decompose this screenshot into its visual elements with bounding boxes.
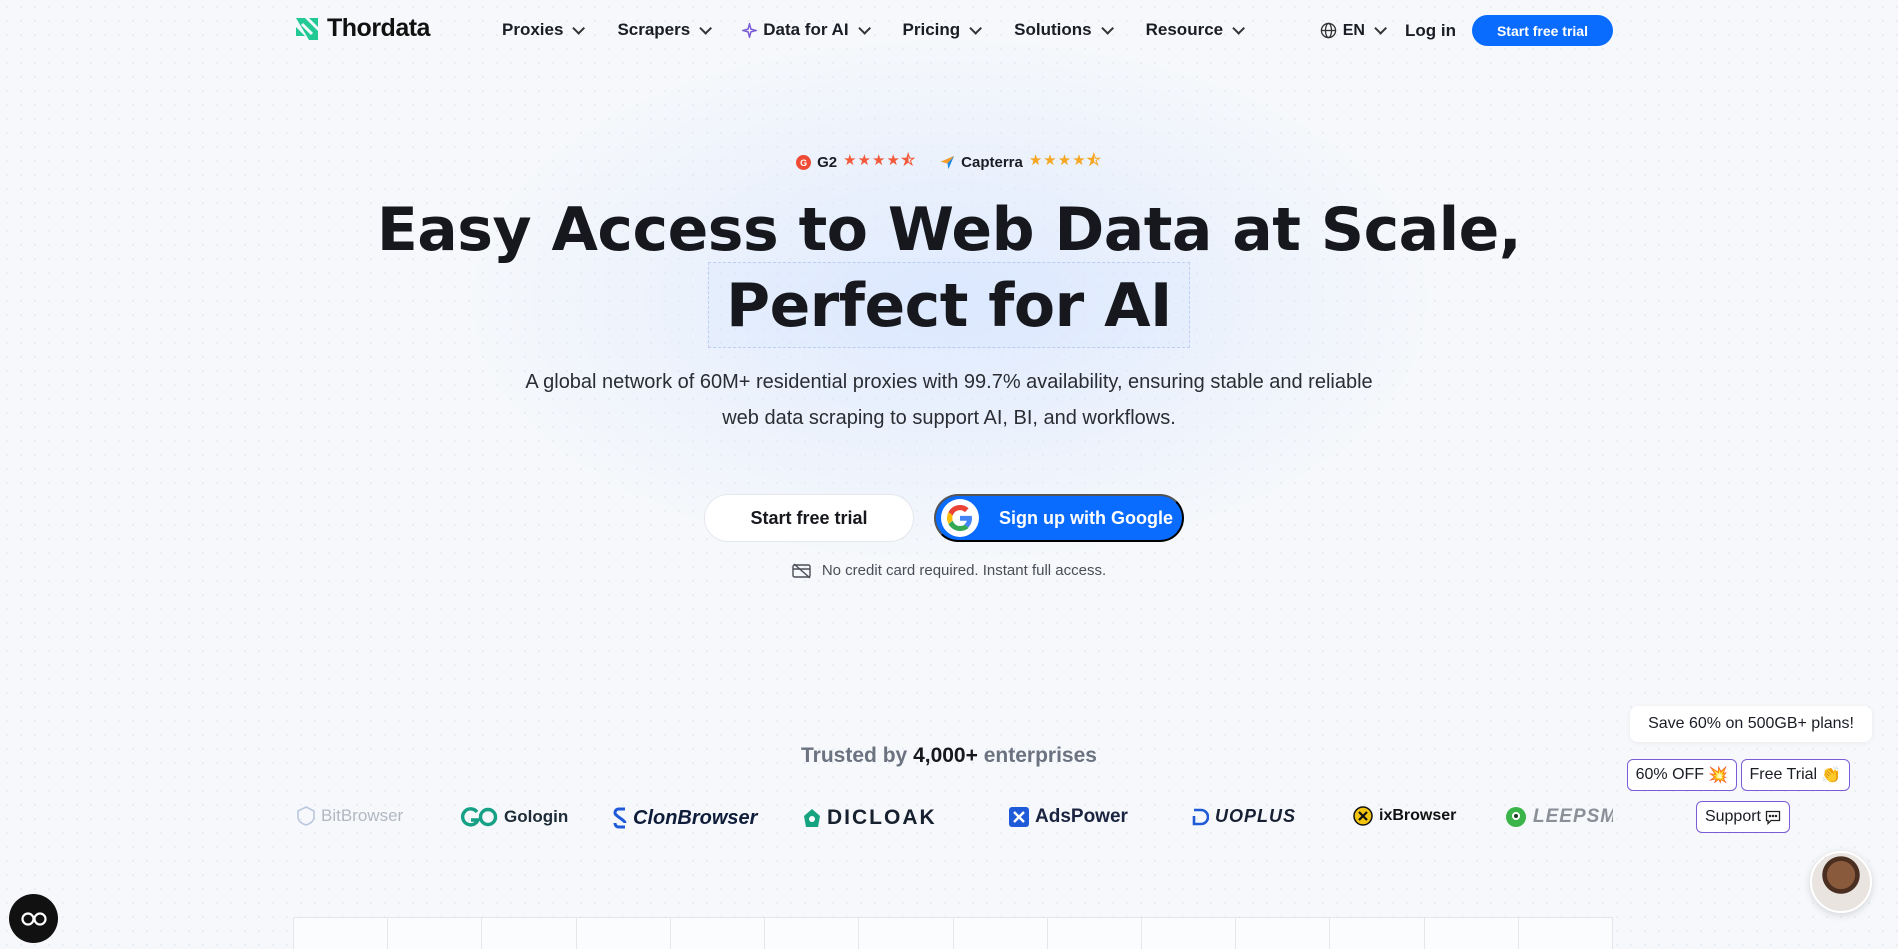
menu-data-for-ai[interactable]: Data for AI (742, 20, 871, 40)
menu-solutions-label: Solutions (1014, 20, 1092, 39)
main-menu: Proxies Scrapers Data for AI Pricing Sol… (502, 20, 1277, 40)
chevron-down-icon (1232, 21, 1246, 35)
menu-scrapers[interactable]: Scrapers (617, 20, 713, 40)
chip-support-label: Support (1704, 808, 1761, 825)
support-agent-avatar[interactable] (1810, 851, 1872, 913)
hero-cta-group: Start free trial Sign up with Google (0, 494, 1898, 542)
chevron-down-icon (699, 21, 713, 35)
brand-bitbrowser: BitBrowser (297, 806, 403, 826)
top-navbar: Thordata Proxies Scrapers Data for AI Pr… (0, 0, 1898, 60)
trusted-prefix: Trusted by (801, 744, 908, 767)
nav-start-trial-button[interactable]: Start free trial (1471, 15, 1613, 46)
clap-icon: 👏 (1821, 767, 1841, 784)
chevron-down-icon (969, 21, 983, 35)
hero-title: Easy Access to Web Data at Scale, Perfec… (0, 192, 1898, 348)
chevron-down-icon (1374, 22, 1387, 35)
leepsma-logo-icon (1506, 807, 1526, 827)
g2-stars: ★★★★⯪ (843, 152, 917, 169)
menu-proxies-label: Proxies (502, 20, 564, 39)
chevron-down-icon (1100, 21, 1114, 35)
feature-grid-top (293, 917, 1613, 949)
gologin-logo-icon (461, 807, 498, 827)
g2-logo-icon: G (796, 155, 812, 170)
brand-clonbrowser: ClonBrowser (613, 806, 757, 830)
chip-free-trial[interactable]: Free Trial 👏 (1740, 759, 1850, 791)
no-credit-card-text: No credit card required. Instant full ac… (821, 562, 1107, 579)
nav-actions: EN Log in Start free trial (1320, 15, 1613, 46)
brand-logo-strip: BitBrowser Gologin ClonBrowser DICLOAK A… (293, 802, 1613, 838)
brand-leepsma: LEEPSMA (1505, 806, 1613, 828)
chip-60-off-label: 60% OFF (1635, 766, 1705, 783)
hero-subtitle-line1: A global network of 60M+ residential pro… (525, 371, 1373, 393)
adspower-logo-icon (1009, 807, 1029, 827)
brand-uoplus-name: UOPLUS (1215, 806, 1297, 826)
chat-icon (1765, 810, 1781, 825)
brand-clonbrowser-name: ClonBrowser (633, 806, 758, 829)
capterra-stars: ★★★★⯪ (1028, 152, 1102, 169)
capterra-logo-icon (941, 155, 955, 170)
brand-adspower-name: AdsPower (1035, 806, 1128, 827)
brand-gologin: Gologin (460, 806, 568, 828)
brand-ixbrowser: ixBrowser (1353, 806, 1456, 826)
hero-title-line1: Easy Access to Web Data at Scale, (376, 195, 1522, 265)
brand-ixbrowser-name: ixBrowser (1379, 807, 1457, 824)
hero-subtitle-line2: web data scraping to support AI, BI, and… (722, 407, 1176, 429)
accessibility-widget-button[interactable] (9, 894, 58, 943)
dicloak-logo-icon (804, 809, 820, 827)
ixbrowser-logo-icon (1353, 806, 1373, 826)
chip-60-off[interactable]: 60% OFF 💥 (1626, 759, 1737, 791)
sparkle-icon (742, 22, 758, 38)
uoplus-logo-icon (1192, 808, 1209, 825)
capterra-rating[interactable]: Capterra ★★★★⯪ (940, 150, 1102, 175)
sparkle-badge-icon: 💥 (1708, 767, 1728, 784)
google-icon (941, 499, 979, 537)
menu-solutions[interactable]: Solutions (1014, 20, 1114, 40)
brand-dicloak-name: DICLOAK (827, 806, 937, 829)
trusted-heading: Trusted by 4,000+ enterprises (0, 744, 1898, 768)
capterra-label: Capterra (961, 154, 1023, 171)
menu-resource-label: Resource (1145, 20, 1224, 39)
hero-title-highlight: Perfect for AI (708, 262, 1190, 348)
globe-icon (1320, 22, 1336, 39)
start-free-trial-button[interactable]: Start free trial (704, 494, 914, 542)
brand-bitbrowser-name: BitBrowser (321, 806, 404, 825)
g2-label: G2 (817, 154, 838, 171)
brand-leepsma-name: LEEPSMA (1533, 806, 1613, 827)
chevron-down-icon (572, 21, 586, 35)
google-signup-label: Sign up with Google (999, 507, 1173, 528)
menu-pricing-label: Pricing (902, 20, 961, 39)
promo-bubble[interactable]: Save 60% on 500GB+ plans! (1630, 706, 1872, 742)
logo-text: Thordata (327, 14, 430, 42)
thordata-logo-icon (296, 17, 318, 40)
brand-adspower: AdsPower (1009, 806, 1128, 828)
brand-uoplus: UOPLUS (1191, 806, 1296, 827)
g2-rating[interactable]: G G2 ★★★★⯪ (796, 150, 916, 175)
bitbrowser-logo-icon (297, 806, 315, 826)
menu-scrapers-label: Scrapers (617, 20, 691, 39)
menu-proxies[interactable]: Proxies (502, 20, 586, 40)
trusted-suffix: enterprises (983, 744, 1097, 767)
chevron-down-icon (857, 21, 871, 35)
brand-dicloak: DICLOAK (803, 806, 937, 830)
language-selector[interactable]: EN (1320, 21, 1387, 40)
chip-support[interactable]: Support (1695, 801, 1790, 833)
menu-resource[interactable]: Resource (1145, 20, 1246, 40)
hero-subtitle: A global network of 60M+ residential pro… (0, 364, 1898, 436)
google-signup-button[interactable]: Sign up with Google (934, 494, 1184, 542)
menu-pricing[interactable]: Pricing (902, 20, 983, 40)
clonbrowser-logo-icon (613, 807, 627, 829)
link-glasses-icon (20, 911, 47, 926)
language-label: EN (1342, 21, 1365, 39)
login-link[interactable]: Log in (1405, 21, 1456, 41)
no-card-icon (792, 562, 811, 579)
hero-title-line2: Perfect for AI (726, 271, 1172, 341)
brand-gologin-name: Gologin (504, 807, 569, 826)
ratings-row: G G2 ★★★★⯪ Capterra ★★★★⯪ (0, 150, 1898, 175)
no-credit-card-note: No credit card required. Instant full ac… (0, 562, 1898, 579)
trusted-count: 4,000+ (913, 744, 978, 767)
chip-free-trial-label: Free Trial (1749, 766, 1818, 783)
logo[interactable]: Thordata (293, 14, 430, 43)
menu-data-for-ai-label: Data for AI (763, 20, 849, 39)
